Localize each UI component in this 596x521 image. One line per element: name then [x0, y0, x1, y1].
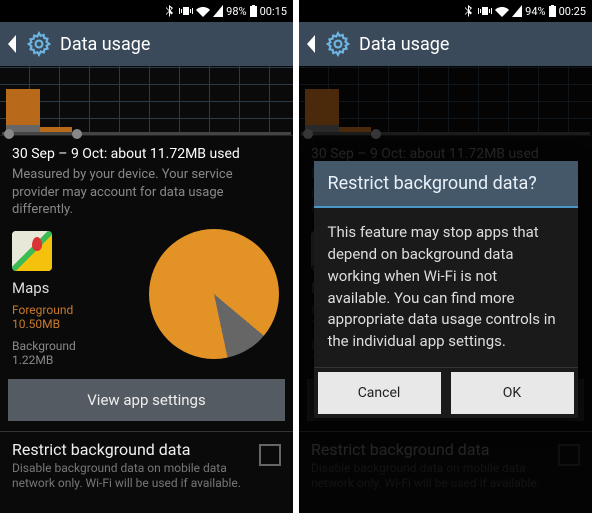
- restrict-dialog: Restrict background data? This feature m…: [314, 161, 578, 418]
- view-app-settings-button[interactable]: View app settings: [8, 379, 285, 421]
- action-bar: Data usage: [299, 22, 592, 66]
- vibrate-icon: [478, 5, 492, 17]
- background-value: 1.22MB: [12, 353, 122, 367]
- usage-range: 30 Sep – 9 Oct: about 11.72MB used: [12, 146, 281, 162]
- back-icon[interactable]: [305, 35, 317, 53]
- signal-icon: [213, 5, 223, 17]
- app-icon-maps: [12, 231, 52, 271]
- phone-screenshot-right: 94% 00:25 Data usage 30 Sep – 9 Oct: abo…: [299, 0, 592, 513]
- phone-screenshot-left: 98% 00:15 Data usage 30 Sep – 9 Oct: abo…: [0, 0, 293, 513]
- signal-icon: [512, 5, 522, 17]
- dialog-body: This feature may stop apps that depend o…: [314, 208, 578, 367]
- restrict-title: Restrict background data: [12, 440, 251, 459]
- chart-handle-right[interactable]: [72, 129, 82, 139]
- back-icon[interactable]: [6, 35, 18, 53]
- content-area: 30 Sep – 9 Oct: about 11.72MB used Measu…: [0, 66, 293, 513]
- foreground-label: Foreground: [12, 303, 122, 317]
- action-bar: Data usage: [0, 22, 293, 66]
- settings-icon[interactable]: [325, 31, 351, 57]
- page-title: Data usage: [359, 34, 449, 55]
- app-name: Maps: [12, 279, 122, 297]
- vibrate-icon: [179, 5, 193, 17]
- dialog-title: Restrict background data?: [314, 161, 578, 208]
- clock: 00:15: [260, 5, 287, 18]
- usage-pie-chart: [149, 229, 279, 359]
- usage-chart[interactable]: [0, 66, 293, 136]
- battery-percent: 94%: [525, 5, 545, 18]
- status-bar: 98% 00:15: [0, 0, 293, 22]
- wifi-icon: [495, 5, 509, 17]
- bluetooth-icon: [166, 5, 176, 17]
- app-usage-row: Maps Foreground 10.50MB Background 1.22M…: [0, 223, 293, 367]
- restrict-checkbox[interactable]: [259, 444, 281, 466]
- wifi-icon: [196, 5, 210, 17]
- clock: 00:25: [559, 5, 586, 18]
- usage-summary: 30 Sep – 9 Oct: about 11.72MB used Measu…: [0, 136, 293, 223]
- restrict-background-row[interactable]: Restrict background data Disable backgro…: [0, 432, 293, 502]
- battery-icon: [250, 5, 257, 17]
- ok-button[interactable]: OK: [451, 372, 574, 414]
- dialog-scrim: Restrict background data? This feature m…: [299, 66, 592, 513]
- settings-icon[interactable]: [26, 31, 52, 57]
- battery-percent: 98%: [226, 5, 246, 18]
- background-label: Background: [12, 339, 122, 353]
- bluetooth-icon: [465, 5, 475, 17]
- content-area: 30 Sep – 9 Oct: about 11.72MB used Measu…: [299, 66, 592, 513]
- foreground-value: 10.50MB: [12, 317, 122, 331]
- battery-icon: [549, 5, 556, 17]
- usage-disclaimer: Measured by your device. Your service pr…: [12, 166, 281, 219]
- page-title: Data usage: [60, 34, 150, 55]
- restrict-subtitle: Disable background data on mobile data n…: [12, 461, 251, 492]
- chart-handle-left[interactable]: [4, 129, 14, 139]
- status-bar: 94% 00:25: [299, 0, 592, 22]
- cancel-button[interactable]: Cancel: [318, 372, 441, 414]
